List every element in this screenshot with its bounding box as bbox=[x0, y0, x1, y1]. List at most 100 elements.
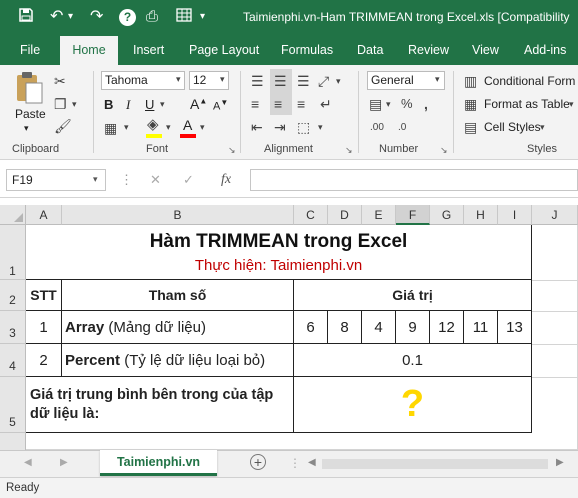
percent-value[interactable]: 0.1 bbox=[294, 344, 532, 377]
decrease-decimal-icon[interactable]: .0 bbox=[398, 120, 406, 136]
cell-styles-dropdown-icon[interactable]: ▾ bbox=[540, 122, 545, 133]
array-value[interactable]: 4 bbox=[362, 311, 396, 344]
tab-data[interactable]: Data bbox=[357, 43, 383, 57]
array-value[interactable]: 9 bbox=[396, 311, 430, 344]
accounting-format-icon[interactable]: ▤ bbox=[369, 96, 382, 112]
font-size-dropdown-icon[interactable]: ▾ bbox=[220, 74, 225, 85]
column-header-b[interactable]: B bbox=[62, 205, 294, 225]
row-header-6[interactable] bbox=[0, 433, 26, 450]
header-stt[interactable]: STT bbox=[26, 280, 62, 311]
array-value[interactable]: 12 bbox=[430, 311, 464, 344]
paste-button[interactable]: Paste bbox=[15, 107, 46, 121]
undo-icon[interactable]: ↶ bbox=[50, 7, 63, 27]
column-header-i[interactable]: I bbox=[498, 205, 532, 225]
sheet-tab[interactable]: Taimienphi.vn bbox=[100, 450, 217, 476]
column-header-c[interactable]: C bbox=[294, 205, 328, 225]
format-as-table-button[interactable]: Format as Table bbox=[484, 97, 570, 111]
header-value[interactable]: Giá trị bbox=[294, 280, 532, 311]
scroll-left-icon[interactable]: ◀ bbox=[24, 457, 32, 468]
borders-icon[interactable]: ▦ bbox=[104, 120, 117, 136]
array-value[interactable]: 13 bbox=[498, 311, 532, 344]
increase-decimal-icon[interactable]: .00 bbox=[370, 120, 384, 136]
format-painter-icon[interactable]: 🖌 bbox=[54, 118, 72, 134]
hscroll-right-icon[interactable]: ▶ bbox=[556, 457, 564, 468]
row3-param[interactable]: Array (Mảng dữ liệu) bbox=[62, 311, 294, 344]
underline-dropdown-icon[interactable]: ▾ bbox=[160, 99, 165, 110]
formula-input[interactable] bbox=[250, 169, 578, 191]
alignment-dialog-launcher-icon[interactable]: ↘ bbox=[345, 145, 353, 156]
number-format-dropdown-icon[interactable]: ▾ bbox=[435, 74, 440, 85]
number-dialog-launcher-icon[interactable]: ↘ bbox=[440, 145, 448, 156]
orientation-icon[interactable]: ⤢ bbox=[318, 73, 329, 89]
redo-icon[interactable]: ↷ bbox=[90, 7, 103, 27]
increase-font-icon[interactable]: A▲ bbox=[190, 96, 207, 112]
name-box[interactable]: F19 bbox=[6, 169, 106, 191]
italic-icon[interactable]: I bbox=[126, 97, 130, 113]
merge-dropdown-icon[interactable]: ▾ bbox=[318, 122, 323, 133]
tab-home[interactable]: Home bbox=[60, 36, 118, 65]
decrease-indent-icon[interactable]: ⇤ bbox=[251, 119, 263, 135]
select-all-corner[interactable] bbox=[0, 205, 26, 225]
horizontal-scrollbar[interactable] bbox=[322, 459, 548, 469]
hscroll-left-icon[interactable]: ◀ bbox=[308, 457, 316, 468]
worksheet-grid[interactable]: A B C D E F G H I J 1 2 3 4 5 Hàm TRIMME… bbox=[0, 205, 578, 450]
copy-icon[interactable]: ❐ bbox=[54, 96, 67, 112]
bold-icon[interactable]: B bbox=[104, 97, 113, 112]
column-header-j[interactable]: J bbox=[532, 205, 578, 225]
row-header-3[interactable]: 3 bbox=[0, 311, 26, 344]
conditional-formatting-button[interactable]: Conditional Form bbox=[484, 74, 575, 88]
print-preview-icon[interactable]: ⎙ bbox=[146, 7, 158, 27]
borders-dropdown-icon[interactable]: ▾ bbox=[124, 122, 129, 133]
underline-icon[interactable]: U bbox=[145, 97, 154, 112]
tab-page-layout[interactable]: Page Layout bbox=[189, 43, 259, 57]
scroll-right-icon[interactable]: ▶ bbox=[60, 457, 68, 468]
tab-review[interactable]: Review bbox=[408, 43, 449, 57]
align-bottom-icon[interactable]: ☰ bbox=[297, 73, 310, 89]
copy-dropdown-icon[interactable]: ▾ bbox=[72, 96, 77, 112]
undo-dropdown-icon[interactable]: ▾ bbox=[68, 7, 73, 27]
align-top-icon[interactable]: ☰ bbox=[251, 73, 264, 89]
result-value[interactable]: ? bbox=[294, 377, 532, 433]
enter-icon[interactable]: ✓ bbox=[183, 172, 194, 188]
insert-function-icon[interactable]: fx bbox=[221, 172, 231, 188]
cancel-icon[interactable]: ✕ bbox=[150, 172, 161, 188]
column-header-d[interactable]: D bbox=[328, 205, 362, 225]
result-label[interactable]: Giá trị trung bình bên trong của tập dữ … bbox=[26, 377, 294, 433]
column-header-g[interactable]: G bbox=[430, 205, 464, 225]
font-name-dropdown-icon[interactable]: ▾ bbox=[176, 74, 181, 85]
customize-toolbar-icon[interactable]: ▾ bbox=[200, 7, 205, 27]
cell-styles-button[interactable]: Cell Styles bbox=[484, 120, 541, 134]
clipboard-paste-icon[interactable] bbox=[14, 71, 44, 105]
align-left-icon[interactable]: ≡ bbox=[251, 96, 259, 112]
column-header-a[interactable]: A bbox=[26, 205, 62, 225]
tab-view[interactable]: View bbox=[472, 43, 499, 57]
wrap-text-icon[interactable]: ↵ bbox=[320, 96, 332, 112]
merge-center-icon[interactable]: ⬚ bbox=[297, 119, 310, 135]
tab-file[interactable]: File bbox=[20, 43, 40, 57]
header-param[interactable]: Tham số bbox=[62, 280, 294, 311]
tab-insert[interactable]: Insert bbox=[133, 43, 164, 57]
new-sheet-icon[interactable]: + bbox=[250, 454, 266, 470]
name-box-dropdown-icon[interactable]: ▾ bbox=[93, 174, 98, 185]
tab-split-grip-icon[interactable]: ⋮ bbox=[289, 456, 301, 470]
tab-formulas[interactable]: Formulas bbox=[281, 43, 333, 57]
row4-stt[interactable]: 2 bbox=[26, 344, 62, 377]
font-dialog-launcher-icon[interactable]: ↘ bbox=[228, 145, 236, 156]
percent-style-icon[interactable]: % bbox=[401, 96, 413, 112]
array-value[interactable]: 6 bbox=[294, 311, 328, 344]
align-center-icon[interactable]: ≡ bbox=[274, 96, 282, 112]
increase-indent-icon[interactable]: ⇥ bbox=[274, 119, 286, 135]
font-color-icon[interactable]: A bbox=[183, 117, 192, 133]
array-value[interactable]: 8 bbox=[328, 311, 362, 344]
tab-add-ins[interactable]: Add-ins bbox=[524, 43, 566, 57]
column-header-h[interactable]: H bbox=[464, 205, 498, 225]
align-right-icon[interactable]: ≡ bbox=[297, 96, 305, 112]
row-header-2[interactable]: 2 bbox=[0, 280, 26, 311]
format-as-table-dropdown-icon[interactable]: ▾ bbox=[569, 99, 574, 110]
comma-style-icon[interactable]: , bbox=[424, 96, 428, 112]
row-header-1[interactable]: 1 bbox=[0, 225, 26, 280]
title-block[interactable]: Hàm TRIMMEAN trong Excel Thực hiện: Taim… bbox=[26, 225, 532, 280]
row4-param[interactable]: Percent (Tỷ lệ dữ liệu loại bỏ) bbox=[62, 344, 294, 377]
paste-dropdown-icon[interactable]: ▾ bbox=[24, 123, 29, 134]
array-value[interactable]: 11 bbox=[464, 311, 498, 344]
